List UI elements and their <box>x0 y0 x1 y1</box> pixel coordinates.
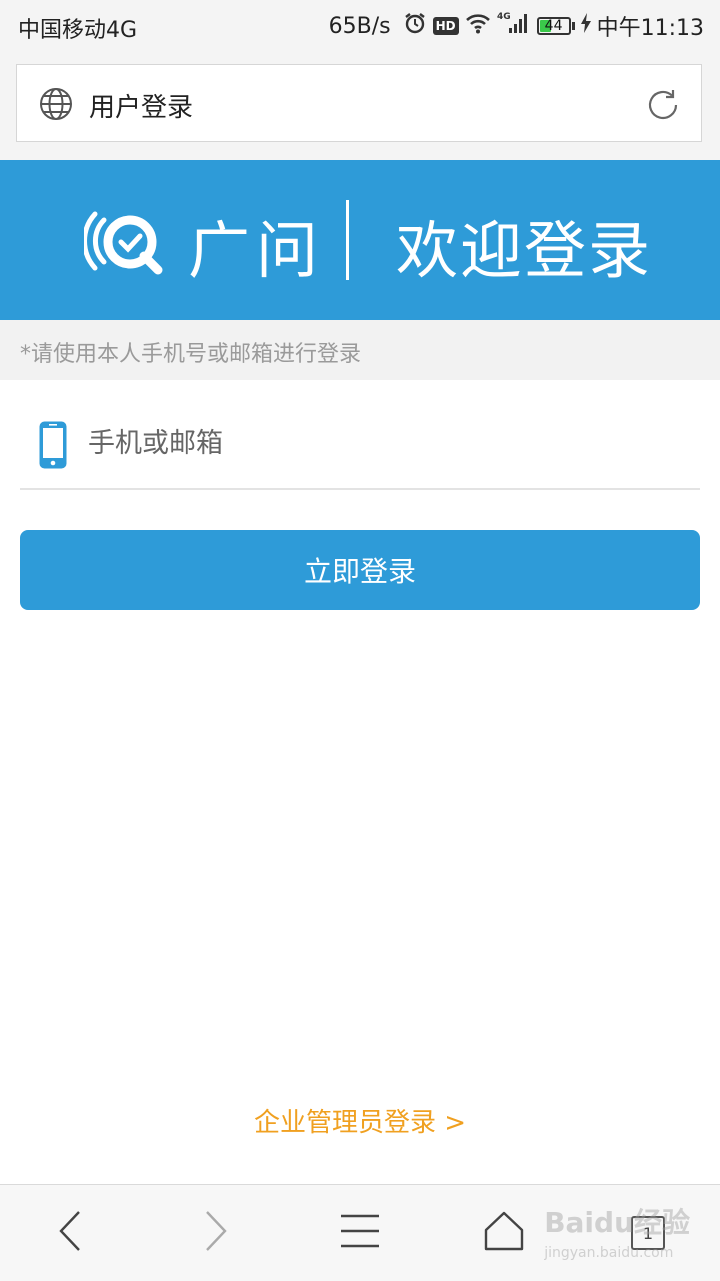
menu-button[interactable] <box>310 1185 410 1281</box>
network-speed: 65B/s <box>328 13 391 39</box>
login-button[interactable]: 立即登录 <box>20 530 700 610</box>
menu-icon <box>339 1213 381 1253</box>
welcome-banner: 广问 欢迎登录 <box>0 160 720 320</box>
login-hint-bar: *请使用本人手机号或邮箱进行登录 <box>0 320 720 380</box>
watermark-url: jingyan.baidu.com <box>544 1245 674 1261</box>
battery-tip <box>571 22 575 30</box>
brand-name: 广问 <box>188 214 325 287</box>
home-icon <box>483 1210 525 1256</box>
battery-icon: 44 <box>536 17 571 35</box>
carrier-label: 中国移动4G <box>18 18 138 43</box>
account-input-row <box>20 400 700 490</box>
alarm-icon <box>403 11 427 41</box>
battery-level: 44 <box>544 18 563 34</box>
svg-text:4G: 4G <box>497 12 511 22</box>
page-title: 用户登录 <box>89 93 194 123</box>
charging-icon <box>580 13 591 39</box>
wifi-icon <box>465 12 491 40</box>
browser-toolbar: 用户登录 <box>0 50 720 160</box>
account-input[interactable] <box>86 418 680 468</box>
forward-button[interactable] <box>166 1185 266 1281</box>
address-bar[interactable]: 用户登录 <box>16 64 702 142</box>
guangwen-logo-icon <box>82 202 170 282</box>
phone-icon <box>38 420 68 474</box>
reload-icon[interactable] <box>643 85 683 129</box>
hd-icon: HD <box>432 17 459 35</box>
admin-login-link[interactable]: 企业管理员登录 > <box>0 1102 720 1139</box>
login-hint: *请使用本人手机号或邮箱进行登录 <box>20 342 362 367</box>
clock: 中午11:13 <box>596 16 704 41</box>
welcome-title: 欢迎登录 <box>396 214 653 287</box>
baidu-watermark: Baidu经验 jingyan.baidu.com <box>544 1208 690 1268</box>
watermark-text: Baidu经验 <box>544 1206 690 1239</box>
back-button[interactable] <box>20 1185 120 1281</box>
status-bar: 中国移动4G 65B/s HD 4G 44 中午11:13 <box>0 0 720 50</box>
back-icon <box>55 1209 85 1257</box>
status-icons: 65B/s HD 4G 44 中午11:13 <box>329 10 704 42</box>
forward-icon <box>201 1209 231 1257</box>
home-button[interactable] <box>454 1185 554 1281</box>
banner-divider <box>346 200 349 280</box>
signal-4g-icon: 4G <box>497 11 531 41</box>
globe-icon <box>39 87 73 125</box>
